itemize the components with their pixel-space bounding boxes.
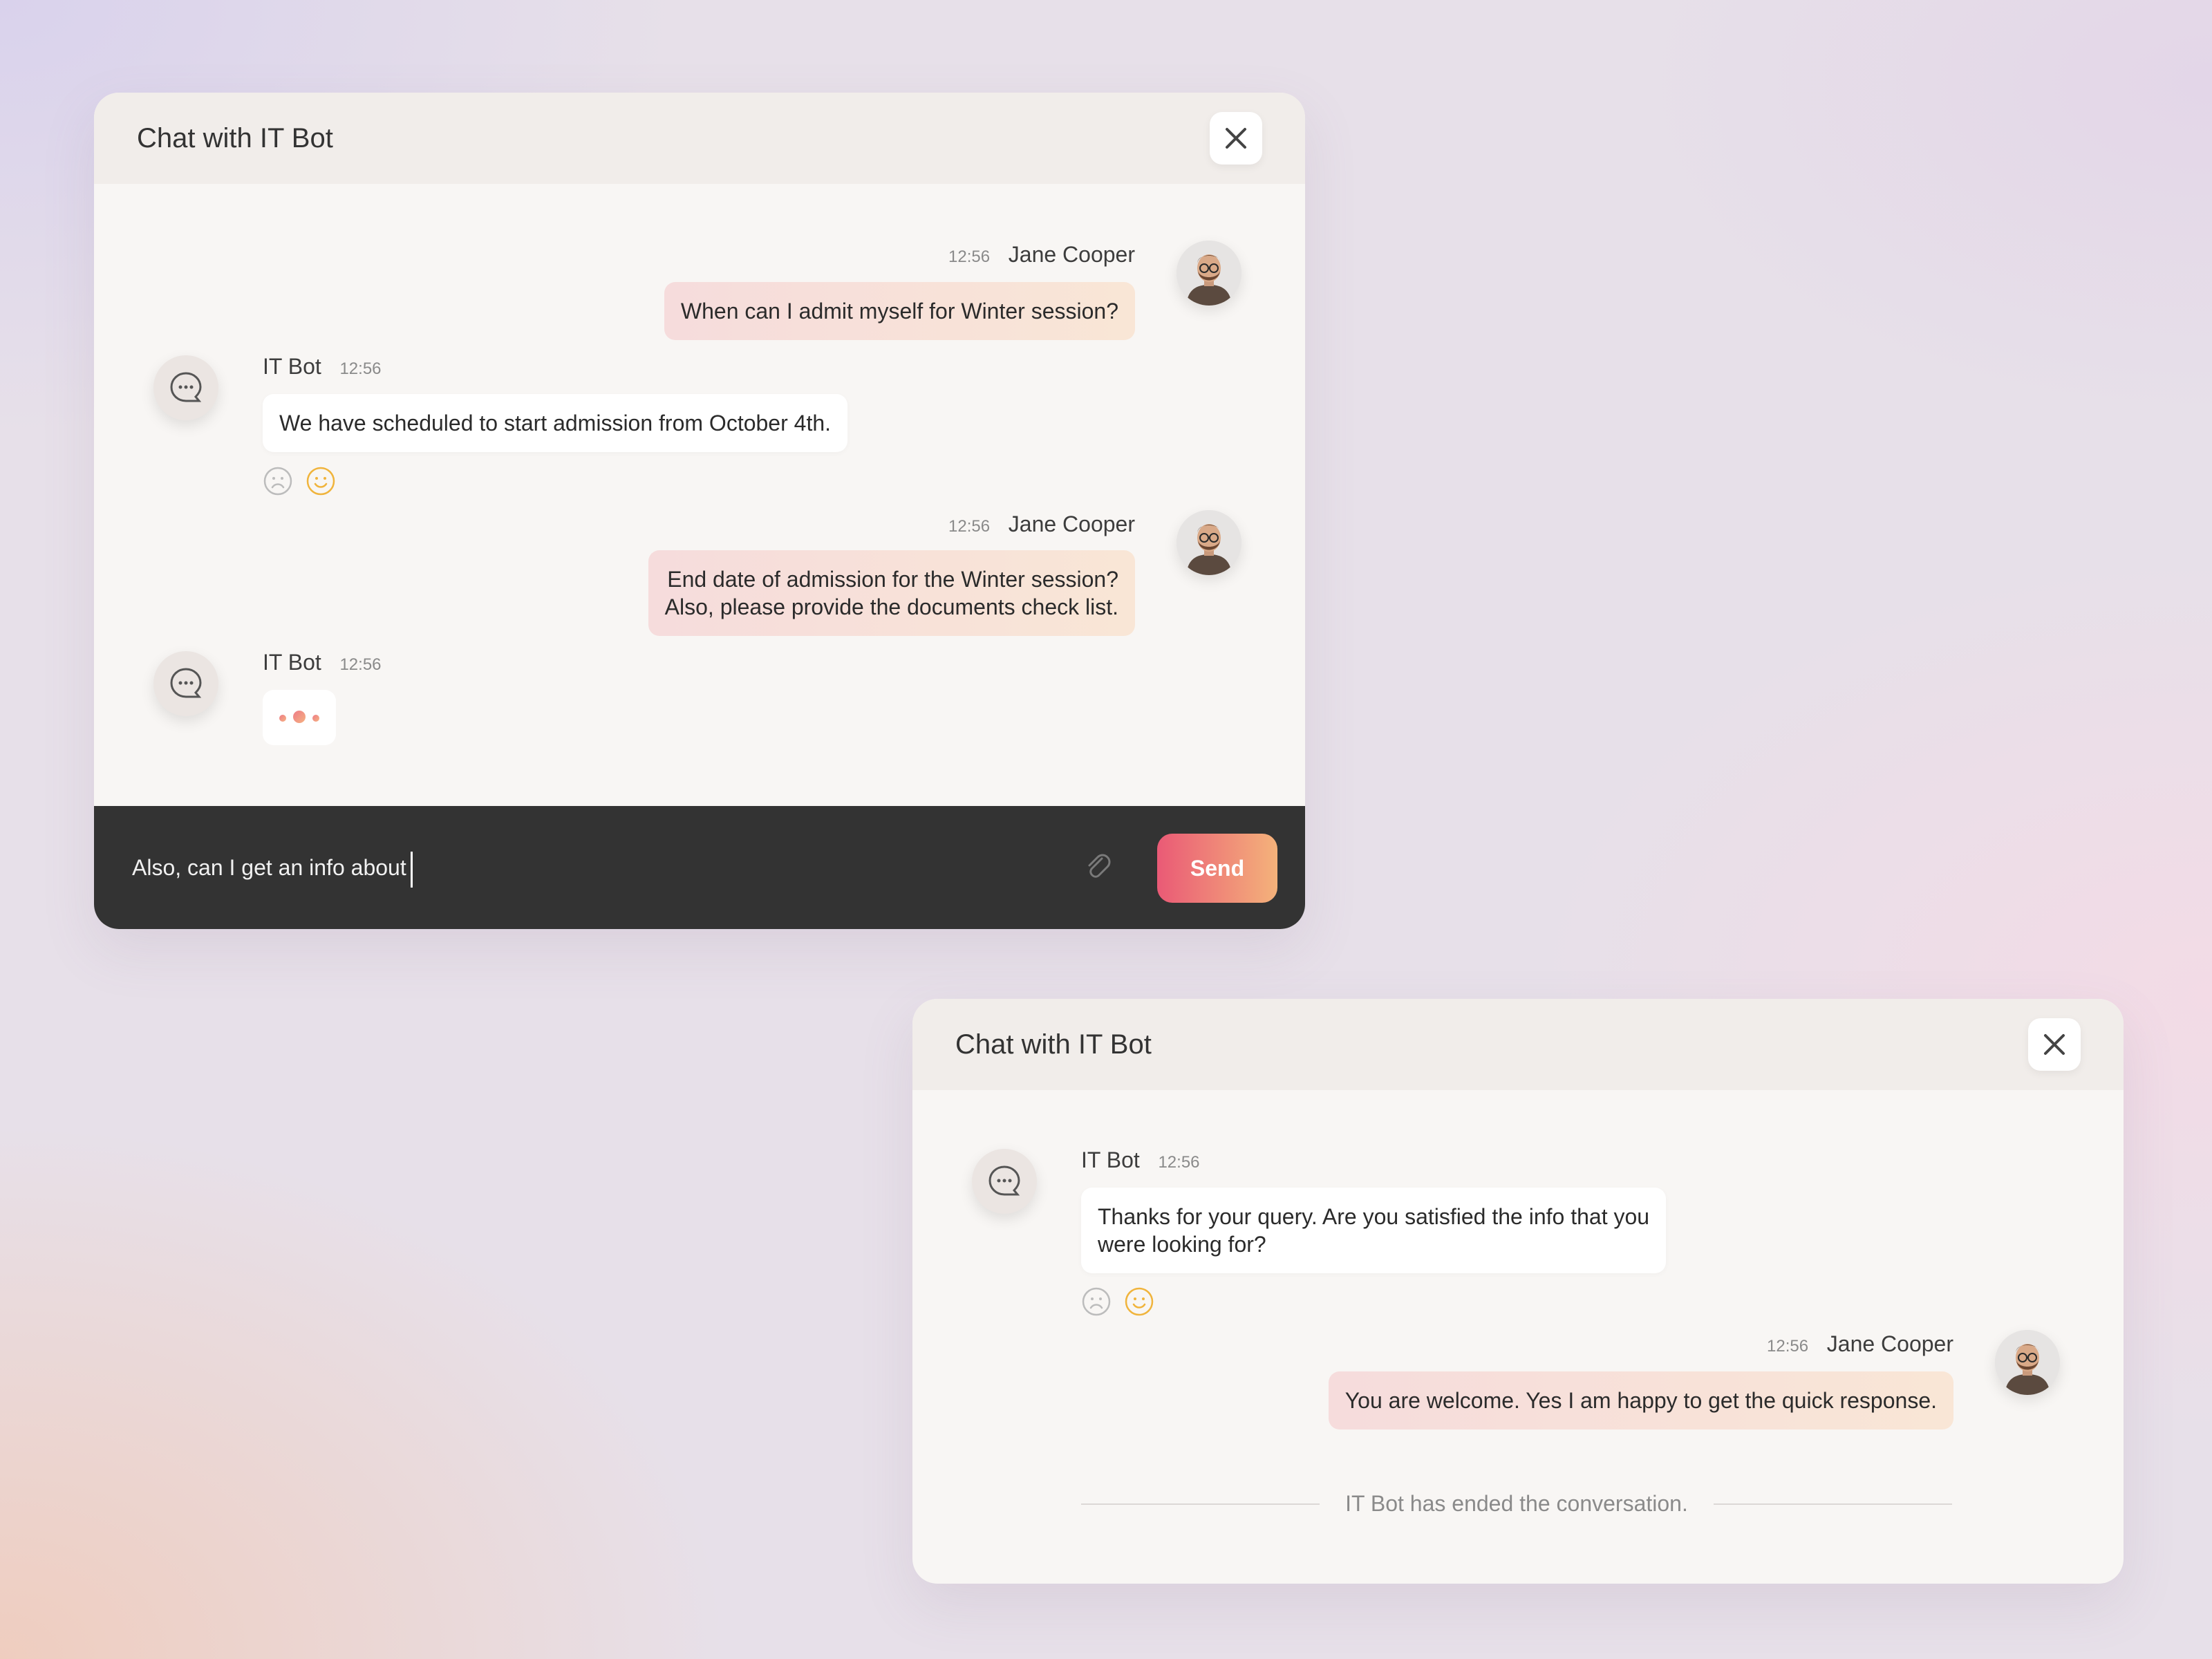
message-text: You are welcome. Yes I am happy to get t…: [1344, 1388, 1937, 1413]
happy-reaction-button[interactable]: [1124, 1286, 1154, 1317]
send-button[interactable]: Send: [1157, 834, 1277, 903]
bot-avatar: [972, 1149, 1037, 1214]
message-time: 12:56: [339, 655, 382, 674]
message-text: End date of admission for the Winter ses…: [667, 567, 1118, 592]
close-icon: [1226, 128, 1246, 149]
chat-header: Chat with IT Bot: [94, 93, 1305, 184]
close-button[interactable]: [2028, 1018, 2081, 1071]
message-time: 12:56: [1158, 1153, 1200, 1172]
text-caret: [410, 851, 413, 888]
close-button[interactable]: [1210, 112, 1262, 165]
message-text: Thanks for your query. Are you satisfied…: [1098, 1204, 1650, 1229]
chat-bubble-icon: [988, 1165, 1020, 1196]
chat-window: Chat with IT Bot IT Bot 12:56 Thanks for…: [912, 999, 2124, 1584]
close-icon: [2044, 1034, 2065, 1055]
sad-reaction-button[interactable]: [1081, 1286, 1112, 1317]
message-text: We have scheduled to start admission fro…: [279, 411, 832, 435]
sender-name: Jane Cooper: [1826, 1331, 1953, 1356]
message-meta: IT Bot 12:56: [263, 650, 382, 675]
typing-dot: [293, 711, 306, 723]
chat-bubble-icon: [170, 668, 202, 698]
message-meta: IT Bot 12:56: [263, 354, 382, 379]
message-text: were looking for?: [1098, 1232, 1266, 1257]
bot-avatar: [153, 355, 218, 420]
user-message-bubble: When can I admit myself for Winter sessi…: [664, 282, 1135, 340]
chat-bubble-icon: [170, 372, 202, 402]
sender-name: IT Bot: [1081, 1147, 1140, 1172]
message-meta: IT Bot 12:56: [1081, 1147, 1200, 1173]
sad-face-icon: [1082, 1287, 1111, 1316]
chat-title: Chat with IT Bot: [137, 123, 333, 153]
typing-indicator: [263, 690, 336, 745]
user-message-bubble: End date of admission for the Winter ses…: [648, 550, 1135, 636]
message-meta: 12:56 Jane Cooper: [1767, 1331, 1953, 1357]
message-input-value: Also, can I get an info about: [132, 855, 406, 880]
typing-dot: [279, 715, 286, 722]
message-time: 12:56: [1767, 1337, 1809, 1356]
message-text: Also, please provide the documents check…: [664, 594, 1118, 619]
message-meta: 12:56 Jane Cooper: [948, 512, 1135, 537]
message-time: 12:56: [948, 517, 991, 536]
conversation-ended-notice: IT Bot has ended the conversation.: [1081, 1483, 1952, 1524]
message-text: When can I admit myself for Winter sessi…: [680, 299, 1118, 324]
sender-name: IT Bot: [263, 354, 321, 379]
happy-face-icon: [1125, 1287, 1154, 1316]
chat-header: Chat with IT Bot: [912, 999, 2124, 1090]
user-avatar: [1177, 241, 1241, 306]
sender-name: Jane Cooper: [1008, 242, 1135, 267]
typing-dot: [312, 715, 319, 722]
bot-message-bubble: We have scheduled to start admission fro…: [263, 394, 848, 452]
user-avatar: [1177, 510, 1241, 575]
happy-reaction-button[interactable]: [306, 466, 336, 496]
message-time: 12:56: [339, 359, 382, 378]
chat-title: Chat with IT Bot: [955, 1029, 1152, 1060]
paperclip-icon: [1088, 854, 1111, 878]
sender-name: Jane Cooper: [1008, 512, 1135, 536]
user-message-bubble: You are welcome. Yes I am happy to get t…: [1328, 1371, 1953, 1430]
bot-avatar: [153, 651, 218, 716]
attach-button[interactable]: [1081, 850, 1114, 887]
sender-name: IT Bot: [263, 650, 321, 675]
message-input[interactable]: Also, can I get an info about: [132, 806, 413, 929]
message-meta: 12:56 Jane Cooper: [948, 242, 1135, 268]
sad-face-icon: [263, 467, 292, 496]
chat-window: Chat with IT Bot 12:56 Jane Cooper When …: [94, 93, 1305, 929]
message-composer: Also, can I get an info about Send: [94, 806, 1305, 929]
user-avatar: [1995, 1330, 2060, 1395]
bot-message-bubble: Thanks for your query. Are you satisfied…: [1081, 1188, 1667, 1273]
divider: [1714, 1503, 1952, 1505]
sad-reaction-button[interactable]: [263, 466, 293, 496]
message-time: 12:56: [948, 247, 991, 266]
happy-face-icon: [306, 467, 335, 496]
